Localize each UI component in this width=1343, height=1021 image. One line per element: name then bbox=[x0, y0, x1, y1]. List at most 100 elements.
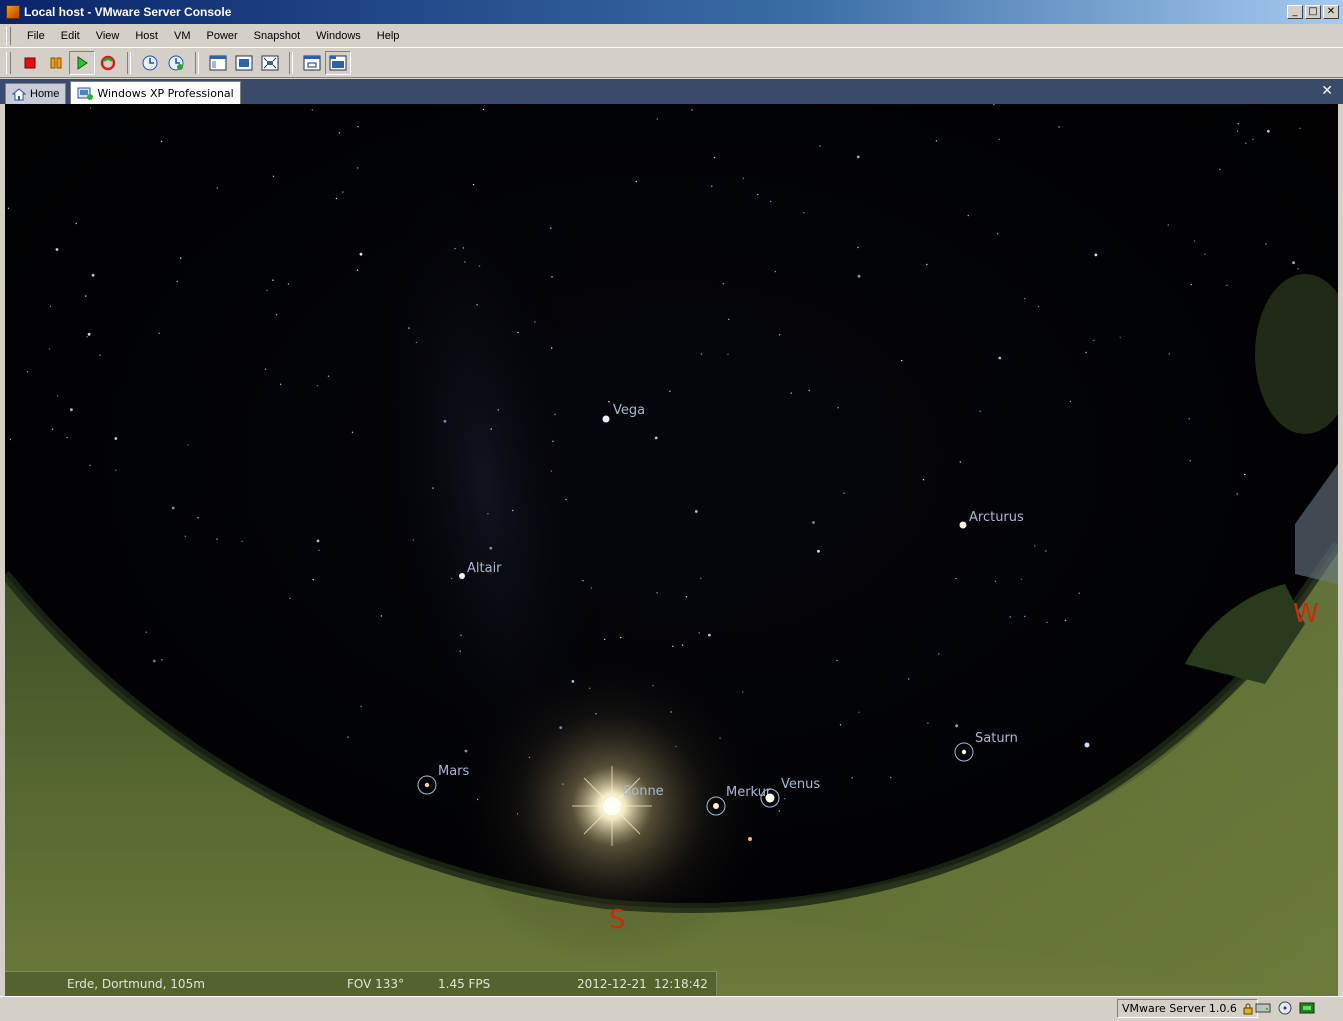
background-star bbox=[1237, 123, 1239, 125]
star-label-arcturus: Arcturus bbox=[969, 510, 1024, 525]
background-star bbox=[955, 724, 959, 728]
menu-snapshot[interactable]: Snapshot bbox=[246, 27, 308, 45]
background-star bbox=[360, 705, 362, 708]
background-star bbox=[318, 549, 320, 551]
background-star bbox=[682, 644, 684, 646]
background-star bbox=[839, 724, 842, 726]
menu-view[interactable]: View bbox=[88, 27, 128, 45]
home-icon bbox=[12, 87, 26, 100]
background-star bbox=[114, 437, 118, 440]
star-arcturus[interactable] bbox=[959, 521, 967, 529]
background-star bbox=[727, 353, 729, 356]
hard-disk-button[interactable] bbox=[1254, 999, 1272, 1017]
tab-close-icon[interactable]: ✕ bbox=[1321, 83, 1333, 99]
background-star bbox=[927, 722, 929, 724]
reset-button[interactable] bbox=[95, 51, 121, 75]
background-star bbox=[176, 280, 178, 283]
background-star bbox=[955, 577, 957, 580]
background-star bbox=[56, 395, 59, 397]
vm-console-screen[interactable]: Vega Altair Arcturus Mars Sonne Merkur V… bbox=[5, 104, 1338, 996]
background-star bbox=[590, 587, 593, 589]
toolbar bbox=[0, 48, 1343, 78]
background-star bbox=[99, 354, 101, 356]
star-vega[interactable] bbox=[602, 415, 610, 423]
menu-host[interactable]: Host bbox=[127, 27, 166, 45]
cdrom-button[interactable] bbox=[1276, 999, 1294, 1017]
background-star bbox=[635, 180, 637, 183]
background-star bbox=[890, 776, 892, 779]
background-star bbox=[819, 145, 821, 147]
tab-windows-xp[interactable]: Windows XP Professional bbox=[70, 81, 241, 104]
sky-view: Vega Altair Arcturus Mars Sonne Merkur V… bbox=[5, 104, 1338, 996]
background-star bbox=[272, 175, 275, 177]
background-star bbox=[851, 777, 853, 779]
background-star bbox=[778, 334, 781, 336]
menu-windows[interactable]: Windows bbox=[308, 27, 369, 45]
background-star bbox=[49, 305, 52, 307]
version-label: VMware Server 1.0.6 bbox=[1122, 1002, 1237, 1015]
background-star bbox=[1189, 460, 1192, 462]
tabbed-view-icon bbox=[329, 55, 347, 70]
menu-edit[interactable]: Edit bbox=[53, 27, 88, 45]
background-star bbox=[482, 108, 485, 111]
stop-button[interactable] bbox=[17, 51, 43, 75]
background-star bbox=[184, 535, 186, 537]
background-star bbox=[722, 283, 724, 285]
background-star bbox=[700, 577, 702, 579]
background-star bbox=[608, 401, 610, 403]
play-button[interactable] bbox=[69, 50, 95, 75]
planet-label-venus: Venus bbox=[781, 777, 820, 792]
background-star bbox=[1204, 253, 1206, 255]
background-star bbox=[497, 409, 499, 411]
background-star bbox=[276, 314, 278, 316]
background-star bbox=[1024, 615, 1026, 618]
background-star bbox=[161, 659, 163, 661]
tab-home[interactable]: Home bbox=[5, 83, 67, 104]
background-star bbox=[858, 711, 860, 713]
background-star bbox=[938, 653, 940, 655]
maximize-button[interactable]: □ bbox=[1305, 5, 1321, 19]
background-star bbox=[770, 200, 772, 203]
background-star bbox=[1020, 578, 1023, 580]
snapshot-button[interactable] bbox=[137, 51, 163, 75]
background-star bbox=[464, 261, 466, 263]
background-star bbox=[70, 408, 73, 412]
menu-file[interactable]: File bbox=[19, 27, 53, 45]
fullscreen-button[interactable] bbox=[257, 51, 283, 75]
background-star bbox=[1009, 616, 1011, 618]
background-star bbox=[967, 214, 969, 217]
background-star bbox=[86, 336, 88, 338]
quick-switch-button[interactable] bbox=[299, 51, 325, 75]
background-star bbox=[55, 248, 59, 251]
background-star bbox=[1093, 339, 1095, 342]
background-star bbox=[316, 385, 318, 387]
summary-view-button[interactable] bbox=[205, 51, 231, 75]
background-star bbox=[669, 390, 671, 392]
background-star bbox=[1226, 284, 1228, 286]
background-star bbox=[1236, 493, 1238, 495]
background-star bbox=[272, 279, 274, 281]
background-star bbox=[311, 109, 313, 111]
network-button[interactable] bbox=[1298, 999, 1316, 1017]
background-star bbox=[1064, 619, 1067, 622]
star-altair[interactable] bbox=[459, 573, 465, 579]
background-star bbox=[9, 438, 12, 441]
fov-readout: FOV 133° bbox=[347, 977, 405, 991]
background-star bbox=[979, 410, 981, 412]
minimize-button[interactable]: _ bbox=[1287, 5, 1303, 19]
version-panel: VMware Server 1.0.6 bbox=[1117, 999, 1258, 1018]
background-star bbox=[1058, 126, 1060, 128]
background-star bbox=[51, 428, 54, 430]
background-star bbox=[287, 283, 290, 285]
revert-snapshot-button[interactable] bbox=[163, 51, 189, 75]
console-view-button[interactable] bbox=[231, 51, 257, 75]
tabbed-view-button[interactable] bbox=[325, 50, 351, 75]
close-button[interactable]: ✕ bbox=[1323, 5, 1339, 19]
menu-power[interactable]: Power bbox=[198, 27, 245, 45]
menu-help[interactable]: Help bbox=[369, 27, 408, 45]
background-star bbox=[266, 289, 268, 292]
pause-button[interactable] bbox=[43, 51, 69, 75]
tab-home-label: Home bbox=[30, 88, 60, 100]
menu-vm[interactable]: VM bbox=[166, 27, 199, 45]
background-star bbox=[554, 413, 556, 416]
